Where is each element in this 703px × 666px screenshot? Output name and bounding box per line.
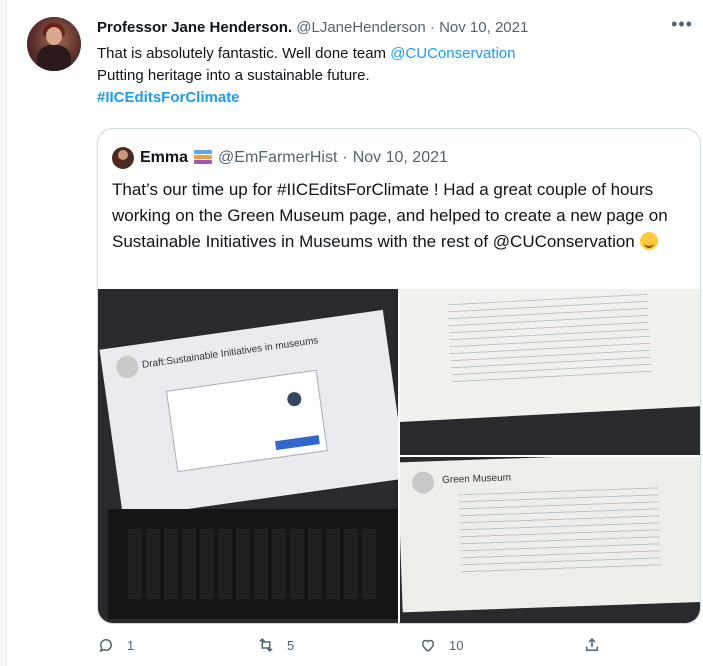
tweet-text: That is absolutely fantastic. Well done …	[97, 43, 515, 109]
mention-link[interactable]: @CUConservation	[390, 45, 515, 62]
like-count: 10	[449, 637, 464, 653]
share-icon	[586, 637, 598, 651]
photo-laptop-green-museum[interactable]: Green Museum	[400, 457, 700, 623]
publish-dialog	[165, 369, 328, 473]
hashtag-link[interactable]: #IICEditsForClimate	[97, 89, 240, 106]
heart-icon	[421, 639, 435, 652]
photo-laptop-contents-list[interactable]	[400, 289, 700, 455]
quoted-tweet[interactable]: Emma @EmFarmerHist · Nov 10, 2021 That’s…	[97, 128, 701, 624]
photo3-caption: Green Museum	[441, 472, 512, 486]
tweet-date[interactable]: Nov 10, 2021	[439, 19, 528, 36]
reply-count: 1	[127, 637, 135, 653]
author-handle[interactable]: @LJaneHenderson	[296, 19, 425, 36]
quoted-tweet-text: That’s our time up for #IICEditsForClima…	[112, 177, 687, 255]
quoted-separator-dot: ·	[342, 149, 348, 166]
quoted-tweet-header: Emma @EmFarmerHist · Nov 10, 2021	[112, 147, 448, 169]
reply-icon	[99, 639, 112, 653]
books-emoji-icon	[194, 149, 213, 167]
quoted-tweet-body: That’s our time up for #IICEditsForClima…	[112, 180, 668, 251]
retweet-icon	[259, 637, 273, 653]
retweet-count: 5	[287, 637, 295, 653]
quoted-author-name[interactable]: Emma	[140, 148, 188, 168]
retweet-button[interactable]: 5	[257, 636, 294, 654]
smiling-face-emoji-icon	[639, 232, 658, 250]
warning-icon	[286, 391, 303, 408]
wikipedia-logo-icon-2	[411, 471, 435, 494]
like-button[interactable]: 10	[419, 636, 463, 654]
wikipedia-logo-icon	[114, 354, 140, 380]
author-avatar[interactable]	[27, 17, 81, 71]
photo-laptop-draft-page[interactable]: Draft:Sustainable Initiatives in museums	[98, 289, 398, 623]
tweet-header: Professor Jane Henderson. @LJaneHenderso…	[97, 18, 528, 38]
quoted-author-handle[interactable]: @EmFarmerHist	[218, 148, 337, 168]
separator-dot: ·	[429, 19, 435, 36]
quoted-author-avatar[interactable]	[112, 147, 134, 169]
tweet-text-line2: Putting heritage into a sustainable futu…	[97, 67, 370, 84]
photo1-caption: Draft:Sustainable Initiatives in museums	[141, 335, 320, 371]
reply-button[interactable]: 1	[97, 636, 134, 654]
laptop-keyboard	[108, 509, 398, 619]
share-button[interactable]	[583, 636, 613, 654]
quoted-tweet-date[interactable]: Nov 10, 2021	[353, 148, 448, 168]
more-options-icon[interactable]: •••	[671, 14, 693, 35]
author-name[interactable]: Professor Jane Henderson.	[97, 19, 292, 36]
tweet-card: Professor Jane Henderson. @LJaneHenderso…	[6, 0, 703, 666]
tweet-actions: 1 5 10	[97, 636, 697, 660]
tweet-text-line1: That is absolutely fantastic. Well done …	[97, 45, 391, 62]
